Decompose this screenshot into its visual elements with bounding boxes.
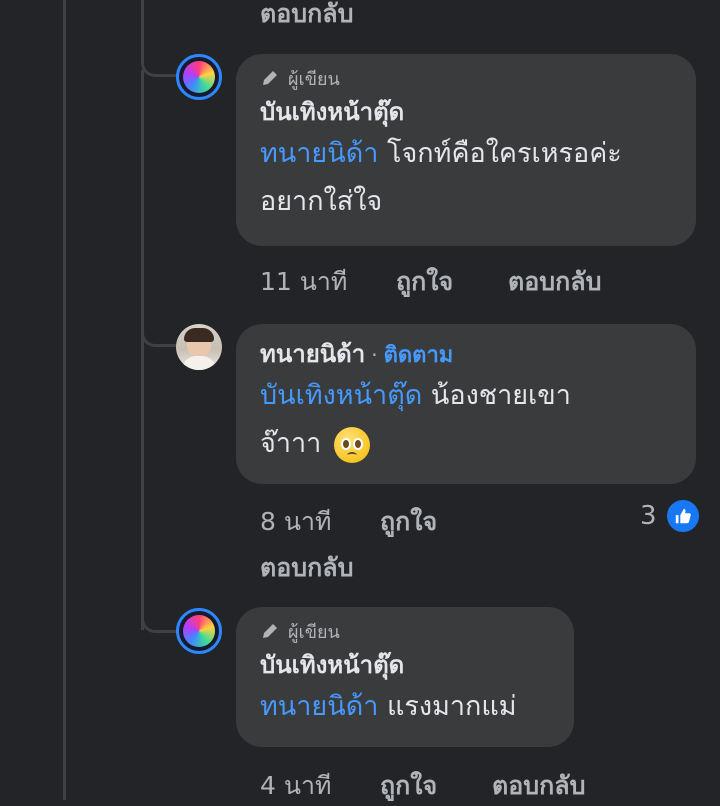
comment-text-line: น้องชายเขา xyxy=(430,380,571,411)
commenter-name[interactable]: บันเทิงหน้าตุ๊ด xyxy=(260,647,552,683)
thumbs-up-icon xyxy=(664,498,701,534)
separator-dot: · xyxy=(371,343,378,367)
like-button[interactable]: ถูกใจ xyxy=(380,502,437,542)
avatar[interactable] xyxy=(176,54,222,100)
comment-text-line: จ๊าาา xyxy=(260,428,322,459)
comment-text: บันเทิงหน้าตุ๊ด น้องชายเขา จ๊าาา xyxy=(260,372,674,468)
reply-button[interactable]: ตอบกลับ xyxy=(260,0,353,34)
thread-connector xyxy=(141,40,178,77)
author-badge: ผู้เขียน xyxy=(260,619,552,643)
mention-link[interactable]: บันเทิงหน้าตุ๊ด xyxy=(260,380,422,411)
reply-button[interactable]: ตอบกลับ xyxy=(492,766,585,806)
comment-bubble: ผู้เขียน บันเทิงหน้าตุ๊ด ทนายนิด้า แรงมา… xyxy=(236,607,574,747)
comment-bubble: ผู้เขียน บันเทิงหน้าตุ๊ด ทนายนิด้า โจกท์… xyxy=(236,54,696,246)
pencil-icon xyxy=(263,71,277,85)
comment-text-line: โจกท์คือใครเหรอค่ะ xyxy=(386,138,622,169)
reaction-summary[interactable]: 3 xyxy=(640,498,701,534)
comment-time: 8 นาที xyxy=(260,507,332,536)
comment-text: ทนายนิด้า โจกท์คือใครเหรอค่ะ อยากใส่ใจ xyxy=(260,130,674,226)
thread-line-inner xyxy=(141,70,144,630)
follow-button[interactable]: ติดตาม xyxy=(384,337,454,372)
thread-connector xyxy=(141,310,178,347)
comment-time: 11 นาที xyxy=(260,267,348,296)
author-badge-label: ผู้เขียน xyxy=(288,68,340,90)
comment-time: 4 นาที xyxy=(260,771,332,800)
avatar[interactable] xyxy=(176,324,222,370)
author-badge-label: ผู้เขียน xyxy=(288,621,340,643)
mention-link[interactable]: ทนายนิด้า xyxy=(260,691,378,722)
pleading-face-emoji xyxy=(333,426,370,463)
pencil-icon xyxy=(263,624,277,638)
commenter-name[interactable]: บันเทิงหน้าตุ๊ด xyxy=(260,94,674,130)
author-badge: ผู้เขียน xyxy=(260,66,674,90)
like-button[interactable]: ถูกใจ xyxy=(380,766,437,806)
thread-line-outer xyxy=(63,0,66,800)
commenter-name[interactable]: ทนายนิด้า xyxy=(260,336,365,372)
comment-text-line: แรงมากแม่ xyxy=(386,691,517,722)
thread-connector xyxy=(141,596,178,633)
avatar[interactable] xyxy=(176,608,222,654)
comment-text: ทนายนิด้า แรงมากแม่ xyxy=(260,683,552,731)
comment-text-line: อยากใส่ใจ xyxy=(260,186,383,217)
mention-link[interactable]: ทนายนิด้า xyxy=(260,138,378,169)
comment-bubble: ทนายนิด้า · ติดตาม บันเทิงหน้าตุ๊ด น้องช… xyxy=(236,324,696,484)
reply-button[interactable]: ตอบกลับ xyxy=(508,262,601,302)
reaction-count: 3 xyxy=(640,501,657,531)
like-button[interactable]: ถูกใจ xyxy=(396,262,453,302)
reply-button[interactable]: ตอบกลับ xyxy=(260,548,353,588)
